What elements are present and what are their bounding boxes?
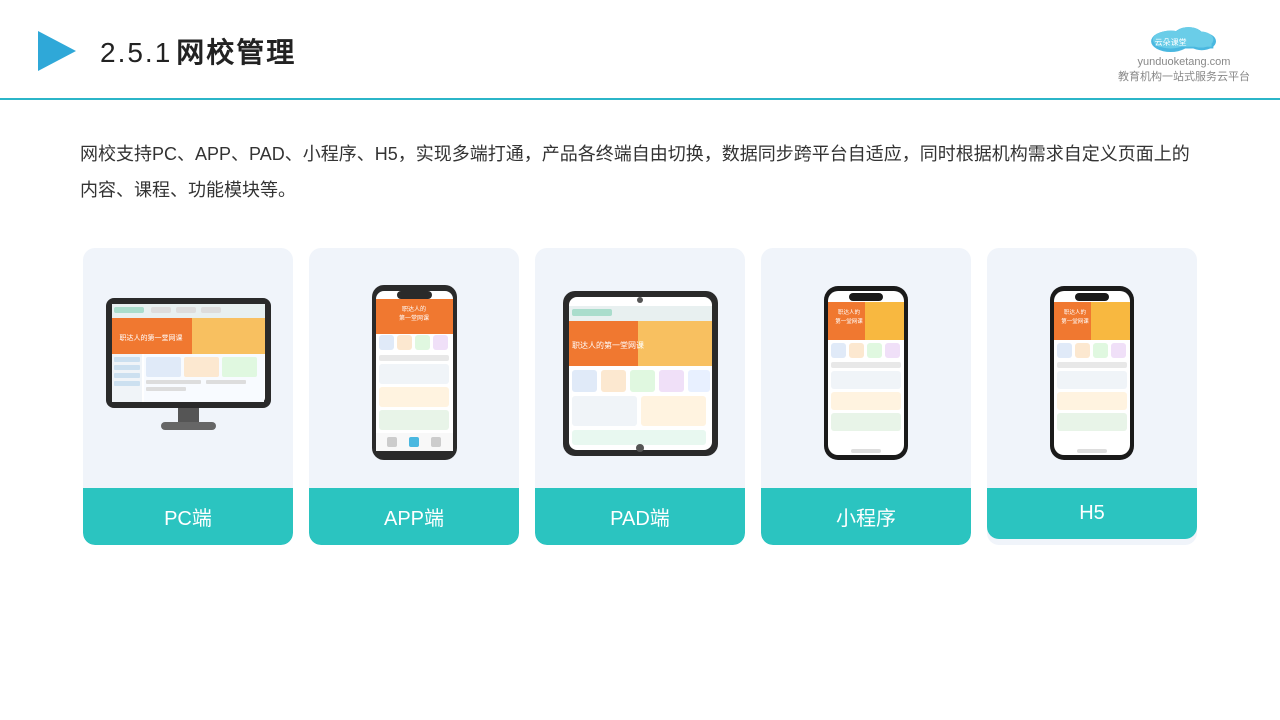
pc-monitor-icon: 职达人的第一堂网课: [96, 293, 281, 453]
card-pc-label: PC端: [83, 488, 293, 545]
svg-text:职达人的: 职达人的: [838, 308, 861, 316]
logo-url: yunduoketang.com: [1138, 56, 1231, 68]
app-phone-icon: 职达人的 第一堂网课: [367, 283, 462, 463]
miniapp-phone-icon: 职达人的 第一堂网课: [821, 284, 911, 462]
card-miniapp: 职达人的 第一堂网课 小程序: [761, 248, 971, 545]
svg-text:第一堂网课: 第一堂网课: [835, 317, 863, 325]
description-text: 网校支持PC、APP、PAD、小程序、H5，实现多端打通，产品各终端自由切换，数…: [0, 100, 1280, 228]
page-header: 2.5.1网校管理 云朵课堂 yunduoketang.com 教育机构一站式服…: [0, 0, 1280, 100]
card-app-image: 职达人的 第一堂网课: [309, 268, 519, 468]
svg-text:第一堂网课: 第一堂网课: [1061, 317, 1089, 325]
card-miniapp-image: 职达人的 第一堂网课: [761, 268, 971, 468]
cards-container: 职达人的第一堂网课 PC端: [0, 228, 1280, 575]
logo-icon: 云朵课堂: [1144, 18, 1224, 54]
svg-text:云朵课堂: 云朵课堂: [1155, 37, 1187, 47]
svg-text:职达人的: 职达人的: [401, 305, 425, 313]
card-h5: 职达人的 第一堂网课 H5: [987, 248, 1197, 545]
card-miniapp-label: 小程序: [761, 488, 971, 545]
svg-text:职达人的第一堂网课: 职达人的第一堂网课: [119, 333, 182, 342]
svg-text:第一堂网课: 第一堂网课: [398, 314, 428, 322]
pad-tablet-icon: 职达人的第一堂网课: [558, 286, 723, 461]
card-pad-label: PAD端: [535, 488, 745, 545]
card-h5-label: H5: [987, 488, 1197, 539]
svg-text:职达人的: 职达人的: [1064, 308, 1087, 316]
play-icon: [30, 25, 82, 77]
card-h5-image: 职达人的 第一堂网课: [987, 268, 1197, 468]
h5-phone-icon: 职达人的 第一堂网课: [1047, 284, 1137, 462]
card-app-label: APP端: [309, 488, 519, 545]
header-left: 2.5.1网校管理: [30, 25, 296, 77]
card-pad-image: 职达人的第一堂网课: [535, 268, 745, 468]
card-app: 职达人的 第一堂网课 APP端: [309, 248, 519, 545]
page-title: 2.5.1网校管理: [100, 31, 296, 71]
card-pc: 职达人的第一堂网课 PC端: [83, 248, 293, 545]
svg-text:职达人的第一堂网课: 职达人的第一堂网课: [572, 340, 644, 350]
logo-area: 云朵课堂 yunduoketang.com 教育机构一站式服务云平台: [1118, 18, 1250, 84]
logo-slogan: 教育机构一站式服务云平台: [1118, 68, 1250, 84]
card-pad: 职达人的第一堂网课 PAD端: [535, 248, 745, 545]
card-pc-image: 职达人的第一堂网课: [83, 268, 293, 468]
